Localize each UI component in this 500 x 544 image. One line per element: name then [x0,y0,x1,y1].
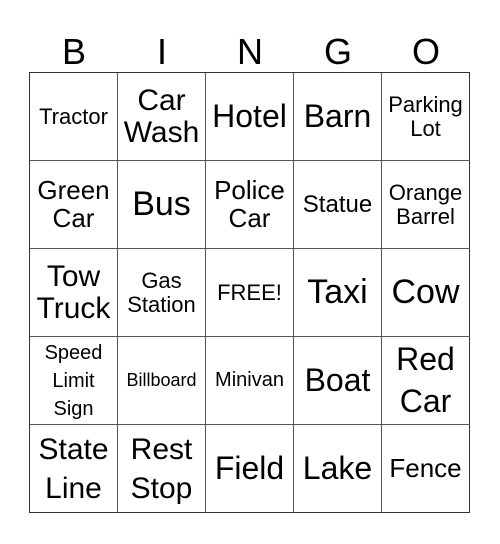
bingo-cell[interactable]: Speed Limit Sign [30,337,118,425]
cell-label: Minivan [215,369,284,391]
bingo-cell[interactable]: Cow [382,249,470,337]
cell-label: Statue [302,190,373,218]
cell-label: Hotel [212,97,287,134]
bingo-cell[interactable]: Hotel [206,73,294,161]
cell-label: Field [214,449,285,486]
bingo-cell[interactable]: State Line [30,425,118,513]
header-letter-b: B [61,31,86,72]
cell-label: Cow [391,272,460,311]
cell-label: Car Wash [123,84,200,149]
cell-label: Green Car [37,175,110,233]
cell-label: Speed Limit Sign [44,341,103,420]
cell-label: Parking Lot [388,92,463,141]
bingo-cell[interactable]: Parking Lot [382,73,470,161]
cell-label: Tractor [39,103,108,129]
free-space[interactable]: FREE! [206,249,294,337]
bingo-cell[interactable]: Police Car [206,161,294,249]
bingo-cell[interactable]: Tow Truck [30,249,118,337]
cell-label: Boat [304,361,371,398]
header-letter-g: G [323,31,352,72]
bingo-cell[interactable]: Lake [294,425,382,513]
cell-label: Fence [389,452,462,483]
bingo-cell[interactable]: Fence [382,425,470,513]
bingo-cell[interactable]: Minivan [206,337,294,425]
bingo-cell[interactable]: Rest Stop [118,425,206,513]
cell-label: Rest Stop [130,432,193,505]
header-letter-i: I [156,31,167,72]
header-letter-n: N [237,31,263,72]
cell-label: Barn [303,97,372,134]
bingo-cell[interactable]: Car Wash [118,73,206,161]
bingo-cell[interactable]: Boat [294,337,382,425]
bingo-cell[interactable]: Statue [294,161,382,249]
cell-label: Red Car [396,340,455,419]
bingo-cell[interactable]: Bus [118,161,206,249]
cell-label: Orange Barrel [388,180,463,229]
cell-label: Billboard [126,370,197,391]
bingo-cell[interactable]: Red Car [382,337,470,425]
cell-label: Tow Truck [36,260,111,325]
bingo-header: B I N G O [30,30,470,73]
bingo-cell[interactable]: Field [206,425,294,513]
bingo-cell[interactable]: Billboard [118,337,206,425]
bingo-cell[interactable]: Orange Barrel [382,161,470,249]
bingo-cell[interactable]: Gas Station [118,249,206,337]
cell-label: Gas Station [127,268,196,317]
bingo-cell[interactable]: Green Car [30,161,118,249]
bingo-board: Tractor Car Wash Hotel Barn Parking Lot … [29,72,470,513]
cell-label: FREE! [217,279,282,305]
bingo-cell[interactable]: Tractor [30,73,118,161]
cell-label: Bus [132,184,191,223]
bingo-cell[interactable]: Barn [294,73,382,161]
bingo-cell[interactable]: Taxi [294,249,382,337]
cell-label: Police Car [214,175,285,233]
cell-label: Lake [302,449,373,486]
cell-label: State Line [38,432,109,505]
header-letter-o: O [411,31,440,72]
cell-label: Taxi [307,272,368,311]
